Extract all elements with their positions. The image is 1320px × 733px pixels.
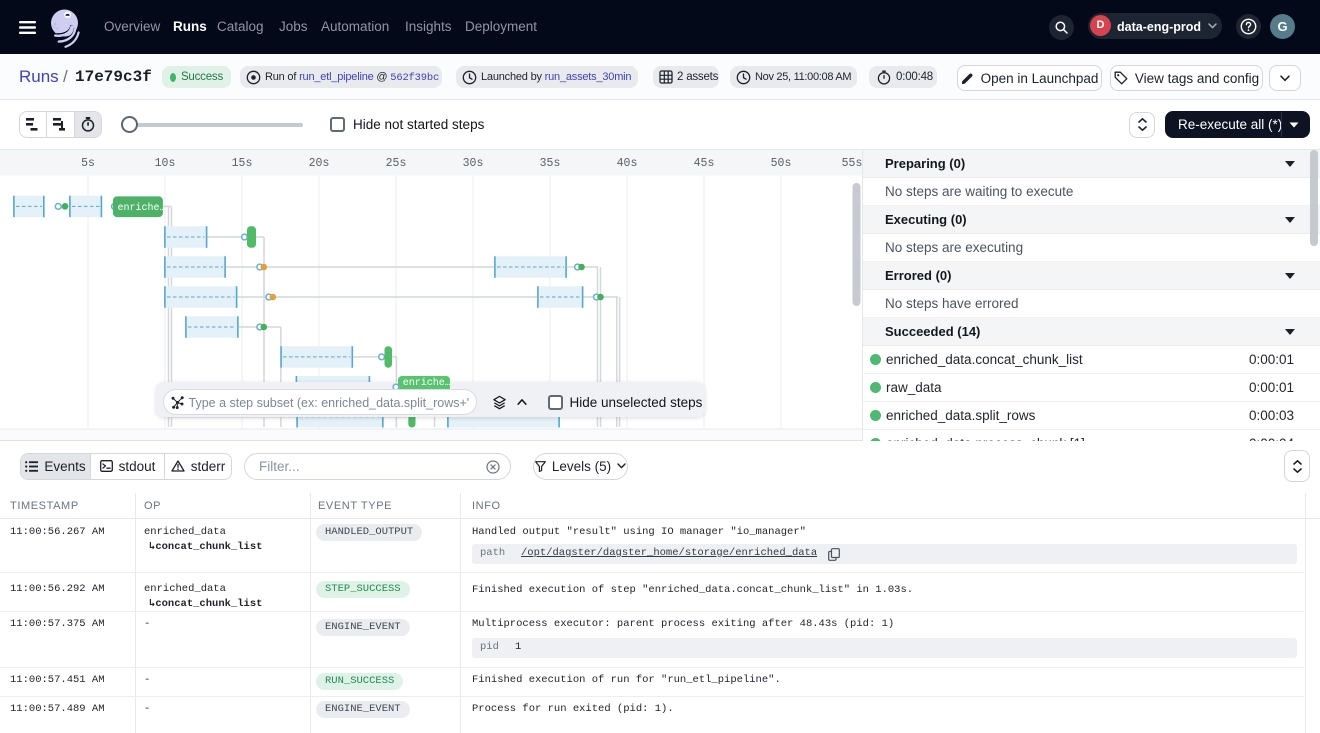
svg-text:10s: 10s — [155, 157, 176, 170]
svg-text:5s: 5s — [81, 157, 95, 170]
svg-text:enriche…: enriche… — [118, 202, 166, 214]
svg-text:30s: 30s — [463, 157, 484, 170]
svg-text:25s: 25s — [386, 157, 407, 170]
svg-text:35s: 35s — [540, 157, 561, 170]
svg-text:15s: 15s — [232, 157, 253, 170]
svg-text:45s: 45s — [694, 157, 715, 170]
svg-text:55s: 55s — [842, 157, 862, 170]
svg-text:20s: 20s — [309, 157, 330, 170]
svg-text:40s: 40s — [617, 157, 638, 170]
svg-text:50s: 50s — [771, 157, 792, 170]
